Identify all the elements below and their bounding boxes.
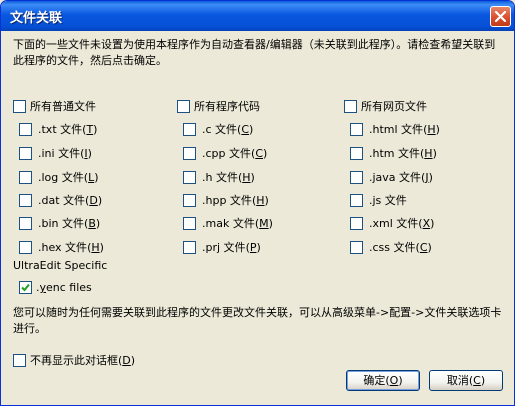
filetype-label-bin[interactable]: .bin 文件(B) [38,217,100,231]
filetype-label-dat[interactable]: .dat 文件(D) [38,194,102,208]
filetype-label-ini[interactable]: .ini 文件(I) [38,147,92,161]
close-icon [495,11,506,22]
ok-button[interactable]: 确定(O) [346,370,420,391]
filetype-checkbox-h[interactable] [183,171,196,184]
tip-text: 您可以随时为任何需要关联到此程序的文件更改文件关联，可以从高级菜单->配置->文… [13,306,502,335]
filetype-checkbox-bin[interactable] [19,217,32,230]
filetype-checkbox-html[interactable] [350,123,363,136]
filetype-label-html[interactable]: .html 文件(H) [369,123,440,137]
file-association-dialog: 文件关联 下面的一些文件未设置为使用本程序作为自动查看器/编辑器（未关联到此程序… [0,0,515,406]
filetype-label-java[interactable]: .java 文件(J) [369,171,433,185]
filetype-label-xml[interactable]: .xml 文件(X) [369,217,434,231]
filetype-checkbox-log[interactable] [19,171,32,184]
filetype-checkbox-htm[interactable] [350,147,363,160]
filetype-checkbox-mak[interactable] [183,217,196,230]
filetype-checkbox-txt[interactable] [19,123,32,136]
filetype-label-h[interactable]: .h 文件(H) [202,171,255,185]
group-label-1[interactable]: 所有普通文件 [30,100,96,114]
filetype-label-txt[interactable]: .txt 文件(T) [38,123,97,137]
filetype-checkbox-hpp[interactable] [183,194,196,207]
ultraedit-section-label: UltraEdit Specific [13,259,108,272]
filetype-checkbox-js[interactable] [350,194,363,207]
filetype-checkbox-ini[interactable] [19,147,32,160]
filetype-checkbox-cpp[interactable] [183,147,196,160]
group-checkbox-1[interactable] [13,100,26,113]
yenc-files-label[interactable]: .yenc files [36,281,92,295]
intro-text: 下面的一些文件未设置为使用本程序作为自动查看器/编辑器（未关联到此程序）。请检查… [13,38,496,67]
filetype-checkbox-dat[interactable] [19,194,32,207]
filetype-label-log[interactable]: .log 文件(L) [38,171,99,185]
title-bar: 文件关联 [1,1,514,31]
filetype-label-js[interactable]: .js 文件 [369,194,407,208]
filetype-checkbox-xml[interactable] [350,217,363,230]
close-button[interactable] [490,6,511,27]
filetype-label-hpp[interactable]: .hpp 文件(H) [202,194,269,208]
group-label-3[interactable]: 所有网页文件 [361,100,427,114]
yenc-files-checkbox[interactable] [19,281,32,294]
dialog-title: 文件关联 [10,11,63,26]
dont-show-checkbox[interactable] [13,354,26,367]
group-label-2[interactable]: 所有程序代码 [194,100,260,114]
filetype-checkbox-c[interactable] [183,123,196,136]
group-checkbox-2[interactable] [177,100,190,113]
filetype-label-cpp[interactable]: .cpp 文件(C) [202,147,267,161]
filetype-checkbox-hex[interactable] [19,241,32,254]
filetype-label-hex[interactable]: .hex 文件(H) [38,241,104,255]
filetype-checkbox-java[interactable] [350,171,363,184]
filetype-label-c[interactable]: .c 文件(C) [202,123,253,137]
filetype-label-htm[interactable]: .htm 文件(H) [369,147,437,161]
dont-show-label[interactable]: 不再显示此对话框(D) [30,354,135,368]
filetype-checkbox-css[interactable] [350,241,363,254]
filetype-checkbox-prj[interactable] [183,241,196,254]
group-checkbox-3[interactable] [344,100,357,113]
checkmark-icon [21,283,30,292]
filetype-label-prj[interactable]: .prj 文件(P) [202,241,261,255]
filetype-label-mak[interactable]: .mak 文件(M) [202,217,273,231]
cancel-button[interactable]: 取消(C) [429,370,503,391]
filetype-label-css[interactable]: .css 文件(C) [369,241,432,255]
